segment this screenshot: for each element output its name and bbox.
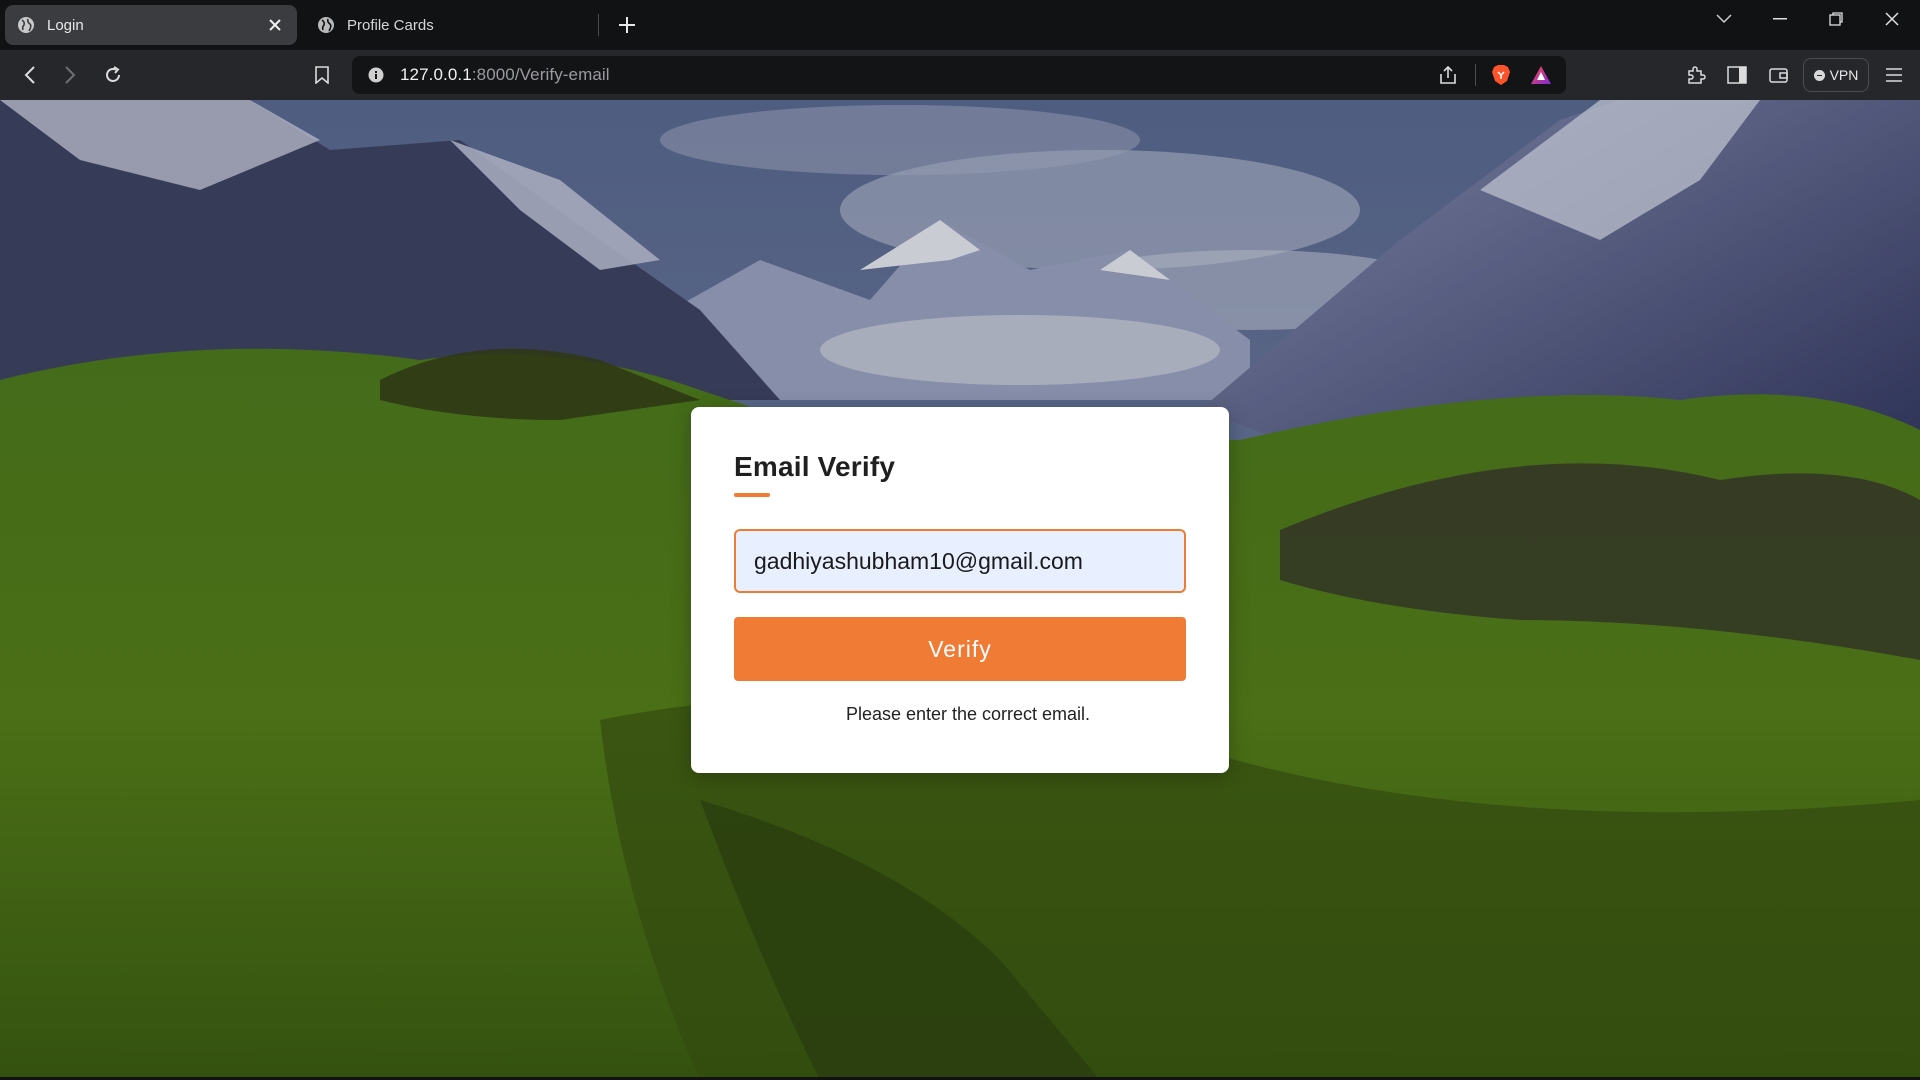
restore-icon xyxy=(1829,12,1843,26)
tab-bar: Login Profile Cards xyxy=(0,0,1920,50)
url-text: 127.0.0.1:8000/Verify-email xyxy=(400,65,610,85)
close-icon xyxy=(1885,12,1899,26)
forward-button[interactable] xyxy=(55,60,85,90)
chevron-down-icon xyxy=(1716,14,1732,24)
globe-icon xyxy=(17,16,35,34)
brave-rewards-icon[interactable] xyxy=(1526,60,1556,90)
wallet-icon xyxy=(1769,68,1788,83)
arrow-right-icon xyxy=(65,66,76,84)
extensions-button[interactable] xyxy=(1681,60,1711,90)
wallet-button[interactable] xyxy=(1764,60,1794,90)
bookmark-button[interactable] xyxy=(307,60,337,90)
sidebar-icon xyxy=(1727,66,1747,84)
bookmark-icon xyxy=(315,66,329,84)
address-bar[interactable]: 127.0.0.1:8000/Verify-email xyxy=(352,56,1566,94)
divider xyxy=(1475,64,1476,86)
email-input[interactable] xyxy=(734,529,1186,593)
menu-button[interactable] xyxy=(1879,60,1909,90)
restore-button[interactable] xyxy=(1808,0,1864,38)
url-host: 127.0.0.1 xyxy=(400,65,472,84)
share-icon[interactable] xyxy=(1433,60,1463,90)
arrow-left-icon xyxy=(24,66,35,84)
tab-login[interactable]: Login xyxy=(5,5,297,45)
card-title: Email Verify xyxy=(734,451,896,482)
new-tab-button[interactable] xyxy=(612,10,642,40)
vpn-label: VPN xyxy=(1829,67,1859,83)
tab-label: Login xyxy=(47,16,84,34)
status-message: Please enter the correct email. xyxy=(845,704,1091,724)
vpn-icon xyxy=(1813,69,1825,81)
reload-button[interactable] xyxy=(98,60,128,90)
verify-card: Email Verify Verify Please enter the cor… xyxy=(691,407,1229,773)
info-icon[interactable] xyxy=(366,65,386,85)
close-window-button[interactable] xyxy=(1864,0,1920,38)
brave-shields-icon[interactable] xyxy=(1486,60,1516,90)
page-viewport: Email Verify Verify Please enter the cor… xyxy=(0,100,1920,1080)
url-path: :8000/Verify-email xyxy=(471,65,610,84)
tab-label: Profile Cards xyxy=(347,16,434,34)
globe-icon xyxy=(317,16,335,34)
sidebar-button[interactable] xyxy=(1722,60,1752,90)
tab-search-button[interactable] xyxy=(1696,0,1752,38)
tab-divider xyxy=(598,14,599,36)
window-controls xyxy=(1696,0,1920,40)
hamburger-icon xyxy=(1886,68,1902,82)
vpn-button[interactable]: VPN xyxy=(1803,58,1869,92)
minimize-button[interactable] xyxy=(1752,0,1808,38)
back-button[interactable] xyxy=(15,60,45,90)
close-icon[interactable] xyxy=(265,15,285,35)
reload-icon xyxy=(106,66,120,82)
minimize-icon xyxy=(1773,18,1787,20)
puzzle-icon xyxy=(1688,66,1706,84)
title-underline xyxy=(734,493,770,497)
tab-profile-cards[interactable]: Profile Cards xyxy=(305,5,595,45)
verify-button[interactable]: Verify xyxy=(734,617,1186,681)
plus-icon xyxy=(619,17,635,33)
